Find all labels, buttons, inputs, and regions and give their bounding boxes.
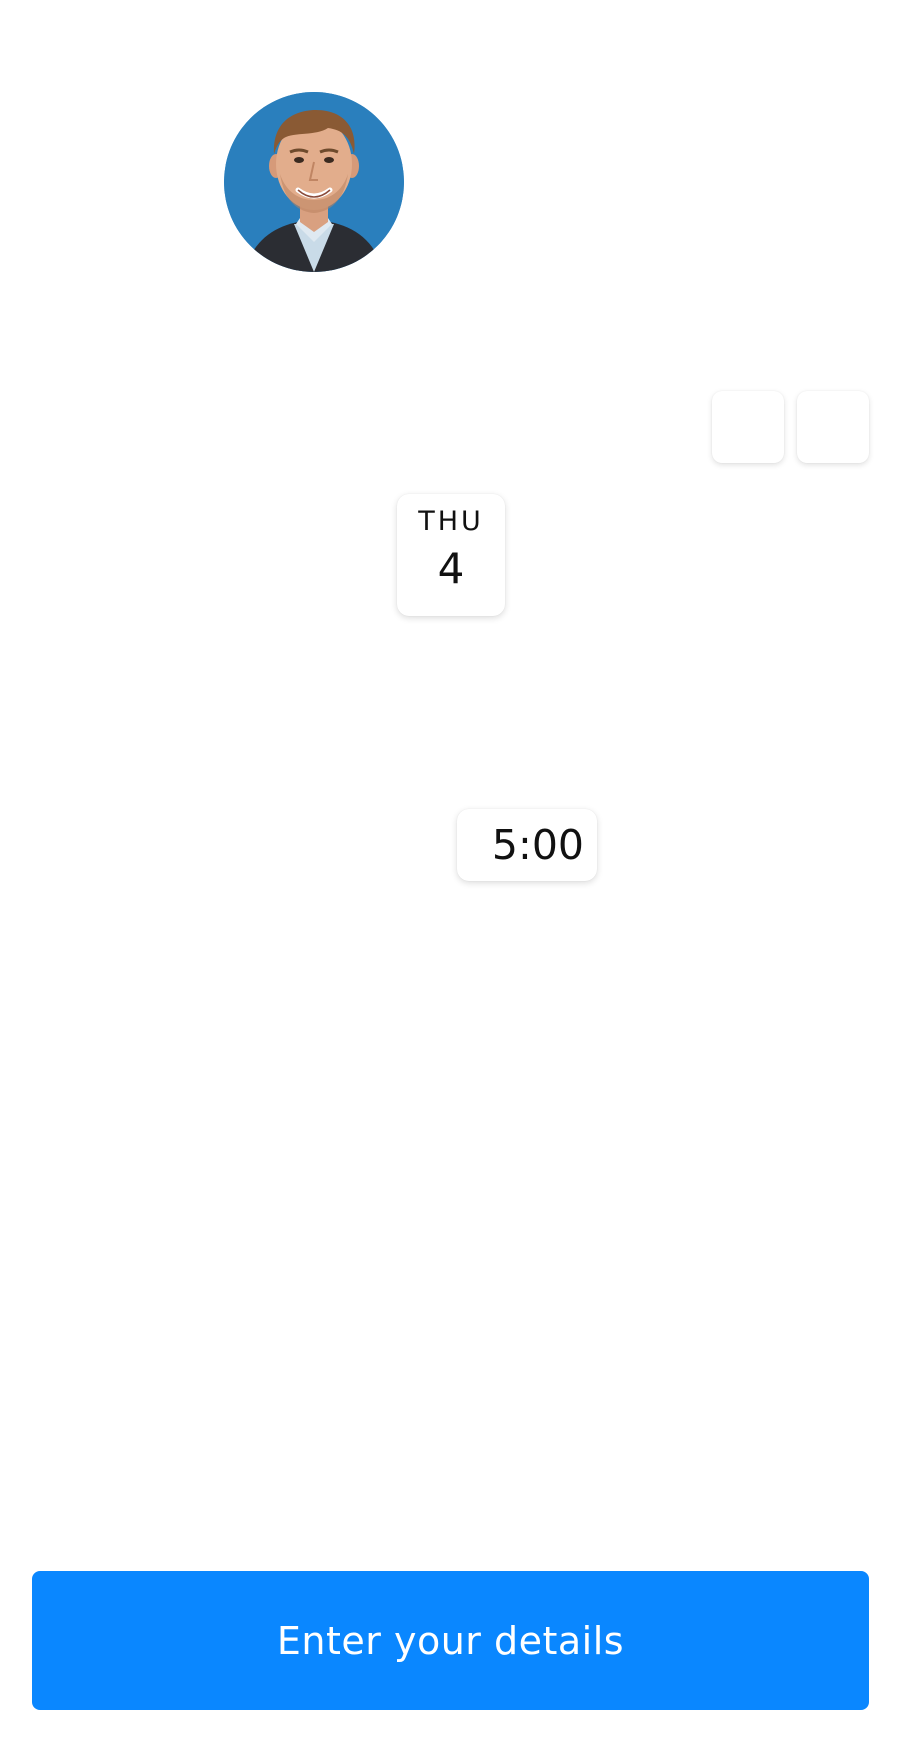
day-number-label: 4 <box>437 544 465 593</box>
day-of-week-label: THU <box>418 506 484 537</box>
host-avatar <box>224 92 404 272</box>
person-photo-icon <box>224 92 404 272</box>
next-week-button[interactable] <box>797 391 869 463</box>
previous-week-button[interactable] <box>712 391 784 463</box>
time-slot-option[interactable]: 5:00 <box>457 809 597 881</box>
enter-details-button[interactable]: Enter your details <box>32 1571 869 1710</box>
date-option-selected[interactable]: THU 4 <box>397 494 505 616</box>
time-slot-label: 5:00 <box>491 821 584 869</box>
